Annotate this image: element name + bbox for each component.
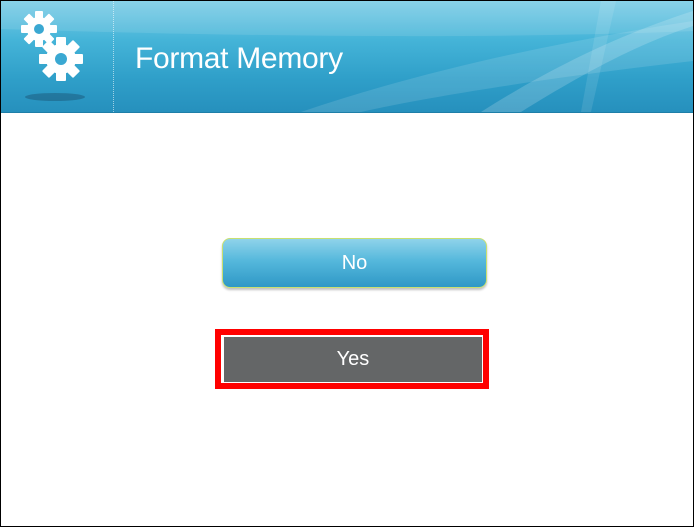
header-icon-area — [1, 1, 114, 112]
yes-button[interactable]: Yes — [224, 337, 482, 382]
icon-shadow — [25, 93, 85, 101]
header-bar: Format Memory — [1, 1, 693, 113]
format-memory-screen: Format Memory No Yes — [0, 0, 694, 527]
gears-icon — [21, 11, 83, 81]
no-button[interactable]: No — [222, 238, 487, 288]
page-title: Format Memory — [135, 42, 343, 75]
